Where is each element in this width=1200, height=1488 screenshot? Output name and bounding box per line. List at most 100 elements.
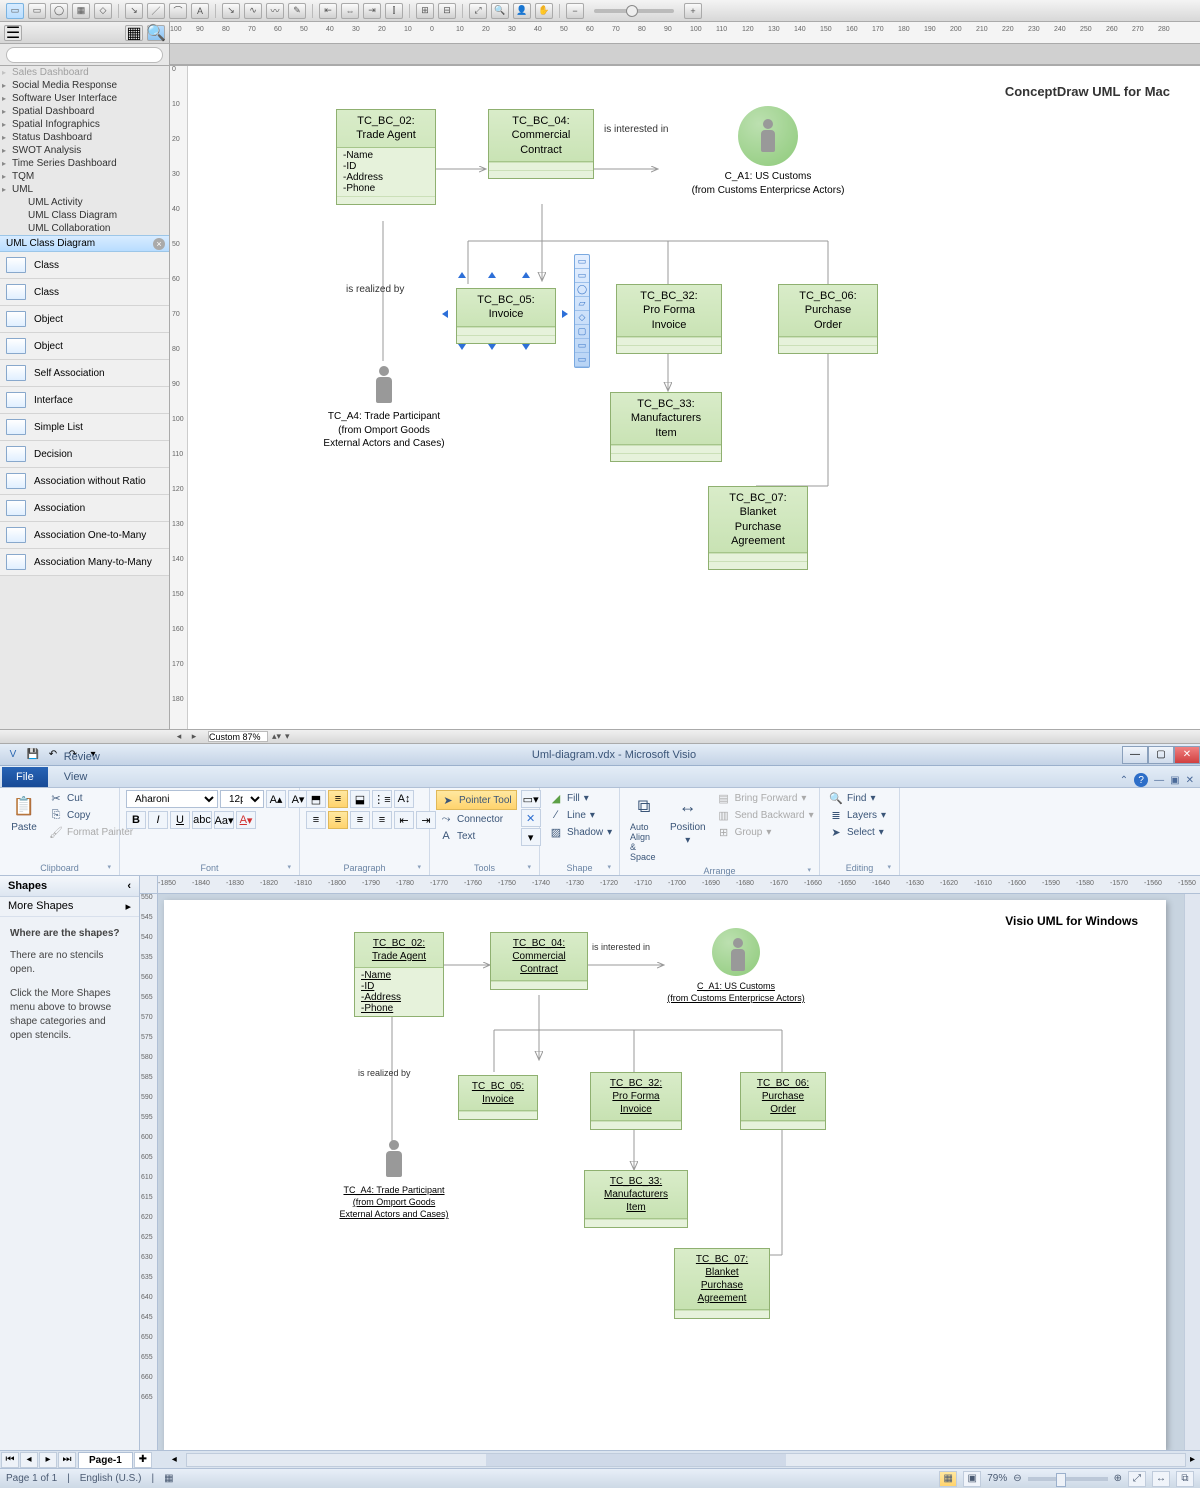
selection-handle-icon[interactable] — [488, 270, 496, 278]
uml-class-commercial-contract[interactable]: TC_BC_04: Commercial Contract — [488, 109, 594, 179]
strike-icon[interactable]: abc — [192, 811, 212, 829]
curve-tool-icon[interactable]: ∿ — [244, 3, 262, 19]
delete-conn-icon[interactable]: ✕ — [521, 809, 541, 827]
rect-tool-icon[interactable]: ▭ — [28, 3, 46, 19]
align-left-icon[interactable]: ≡ — [306, 811, 326, 829]
panel-toggle-grid-icon[interactable]: ▦ — [125, 25, 143, 41]
uml-class-mfg-item[interactable]: TC_BC_33: Manufacturers Item — [584, 1170, 688, 1228]
smart-action-icon[interactable]: ▭ — [575, 353, 589, 367]
rectangle-tool-icon[interactable]: ▭▾ — [521, 790, 541, 808]
view-normal-icon[interactable]: ▦ — [939, 1471, 957, 1487]
italic-icon[interactable]: I — [148, 811, 168, 829]
help-icon[interactable]: ? — [1134, 773, 1148, 787]
stencil-header[interactable]: UML Class Diagram × — [0, 235, 169, 252]
select-button[interactable]: ➤Select▾ — [826, 824, 889, 840]
layers-button[interactable]: ≣Layers▾ — [826, 807, 889, 823]
mdi-minimize-icon[interactable]: — — [1154, 775, 1164, 786]
zoom-in-btn-icon[interactable]: + — [684, 3, 702, 19]
selection-handle-icon[interactable] — [458, 270, 466, 278]
bold-icon[interactable]: B — [126, 811, 146, 829]
uml-actor-customs[interactable]: C_A1: US Customs (from Customs Enterpric… — [636, 928, 836, 1004]
pointer-tool-icon[interactable]: ▭ — [6, 3, 24, 19]
last-page-icon[interactable]: ⏭ — [58, 1452, 76, 1468]
text-tool-button[interactable]: AText — [436, 828, 517, 844]
ribbon-tab[interactable]: View — [48, 767, 120, 787]
more-tools-icon[interactable]: ▾ — [521, 828, 541, 846]
connector-tool-button[interactable]: ⤳Connector — [436, 811, 517, 827]
align-bottom-icon[interactable]: ⬓ — [350, 790, 370, 808]
smart-action-icon[interactable]: ▱ — [575, 297, 589, 311]
freehand-tool-icon[interactable]: ✎ — [288, 3, 306, 19]
uml-class-purchase-order[interactable]: TC_BC_06: Purchase Order — [740, 1072, 826, 1130]
collapse-icon[interactable]: ‹ — [127, 880, 131, 892]
smart-action-panel[interactable]: ▭ ▭ ◯ ▱ ◇ ▢ ▭ ▭ — [574, 254, 590, 368]
grid-tool-icon[interactable]: ▦ — [72, 3, 90, 19]
ungroup-icon[interactable]: ⊟ — [438, 3, 456, 19]
distribute-icon[interactable]: ⫿ — [385, 3, 403, 19]
zoom-dropdown-icon[interactable]: ▾ — [285, 731, 290, 742]
tree-item[interactable]: Software User Interface — [0, 92, 169, 105]
smart-action-icon[interactable]: ▢ — [575, 325, 589, 339]
hand-tool-icon[interactable]: ✋ — [535, 3, 553, 19]
line-tool-icon[interactable]: ／ — [147, 3, 165, 19]
align-center-icon[interactable]: ≡ — [328, 811, 348, 829]
font-family-select[interactable]: Aharoni — [126, 790, 218, 808]
stencil-item[interactable]: Interface — [0, 387, 169, 414]
uml-class-trade-agent[interactable]: TC_BC_02: Trade Agent -Name-ID-Address-P… — [336, 109, 436, 205]
align-justify-icon[interactable]: ≡ — [372, 811, 392, 829]
indent-dec-icon[interactable]: ⇤ — [394, 811, 414, 829]
zoom-slider[interactable] — [1028, 1477, 1108, 1481]
align-left-icon[interactable]: ⇤ — [319, 3, 337, 19]
next-page-icon[interactable]: ▸ — [39, 1452, 57, 1468]
zoom-input[interactable] — [208, 731, 268, 742]
tree-item[interactable]: Status Dashboard — [0, 131, 169, 144]
file-tab[interactable]: File — [2, 767, 48, 787]
grow-font-icon[interactable]: A▴ — [266, 790, 286, 808]
uml-class-proforma[interactable]: TC_BC_32: Pro Forma Invoice — [590, 1072, 682, 1130]
smart-action-icon[interactable]: ▭ — [575, 269, 589, 283]
panel-toggle-1-icon[interactable]: ☰ — [4, 25, 22, 41]
close-icon[interactable]: × — [153, 238, 165, 250]
stencil-item[interactable]: Class — [0, 279, 169, 306]
more-shapes-button[interactable]: More Shapes ▸ — [0, 897, 139, 917]
selection-handle-icon[interactable] — [488, 344, 496, 352]
prev-page-icon[interactable]: ◂ — [20, 1452, 38, 1468]
tree-item[interactable]: SWOT Analysis — [0, 144, 169, 157]
tree-item[interactable]: Spatial Infographics — [0, 118, 169, 131]
find-button[interactable]: 🔍Find▾ — [826, 790, 889, 806]
zoom-fit-icon[interactable]: ⤢ — [469, 3, 487, 19]
align-center-icon[interactable]: ⇔ — [341, 3, 359, 19]
uml-class-trade-agent[interactable]: TC_BC_02: Trade Agent -Name-ID-Address-P… — [354, 932, 444, 1017]
mdi-close-icon[interactable]: ✕ — [1186, 775, 1194, 786]
align-right-icon[interactable]: ⇥ — [363, 3, 381, 19]
uml-actor-participant[interactable]: TC_A4: Trade Participant (from Omport Go… — [316, 1140, 472, 1220]
uml-class-purchase-order[interactable]: TC_BC_06: Purchase Order — [778, 284, 878, 354]
stencil-item[interactable]: Association — [0, 495, 169, 522]
zoom-out-icon[interactable]: ⊖ — [1013, 1473, 1021, 1484]
font-color-icon[interactable]: A▾ — [236, 811, 256, 829]
shadow-button[interactable]: ▨Shadow▾ — [546, 824, 615, 840]
pointer-tool-button[interactable]: ➤Pointer Tool — [436, 790, 517, 810]
send-backward-button[interactable]: ▥Send Backward▾ — [714, 807, 817, 823]
zoom-stepper-icon[interactable]: ▴▾ — [272, 731, 281, 742]
pan-zoom-icon[interactable]: ⧉ — [1176, 1471, 1194, 1487]
fill-button[interactable]: ◢Fill▾ — [546, 790, 615, 806]
fit-width-icon[interactable]: ↔ — [1152, 1471, 1170, 1487]
smart-action-icon[interactable]: ◇ — [575, 311, 589, 325]
tree-item[interactable]: UML Class Diagram — [0, 209, 169, 222]
shapes-panel-header[interactable]: Shapes ‹ — [0, 876, 139, 897]
uml-class-blanket[interactable]: TC_BC_07: Blanket Purchase Agreement — [708, 486, 808, 570]
tree-item[interactable]: Time Series Dashboard — [0, 157, 169, 170]
first-page-icon[interactable]: ⏮ — [1, 1452, 19, 1468]
text-direction-icon[interactable]: A↕ — [394, 790, 414, 808]
maximize-icon[interactable]: ▢ — [1148, 746, 1174, 764]
arc-tool-icon[interactable]: ⌒ — [169, 3, 187, 19]
mdi-restore-icon[interactable]: ▣ — [1170, 775, 1179, 786]
uml-actor-participant[interactable]: TC_A4: Trade Participant (from Omport Go… — [296, 366, 472, 451]
zoom-level[interactable]: 79% — [987, 1473, 1007, 1484]
uml-class-invoice[interactable]: TC_BC_05: Invoice — [456, 288, 556, 344]
search-input[interactable] — [6, 47, 163, 63]
uml-class-proforma[interactable]: TC_BC_32: Pro Forma Invoice — [616, 284, 722, 354]
stencil-item[interactable]: Object — [0, 306, 169, 333]
stencil-item[interactable]: Simple List — [0, 414, 169, 441]
